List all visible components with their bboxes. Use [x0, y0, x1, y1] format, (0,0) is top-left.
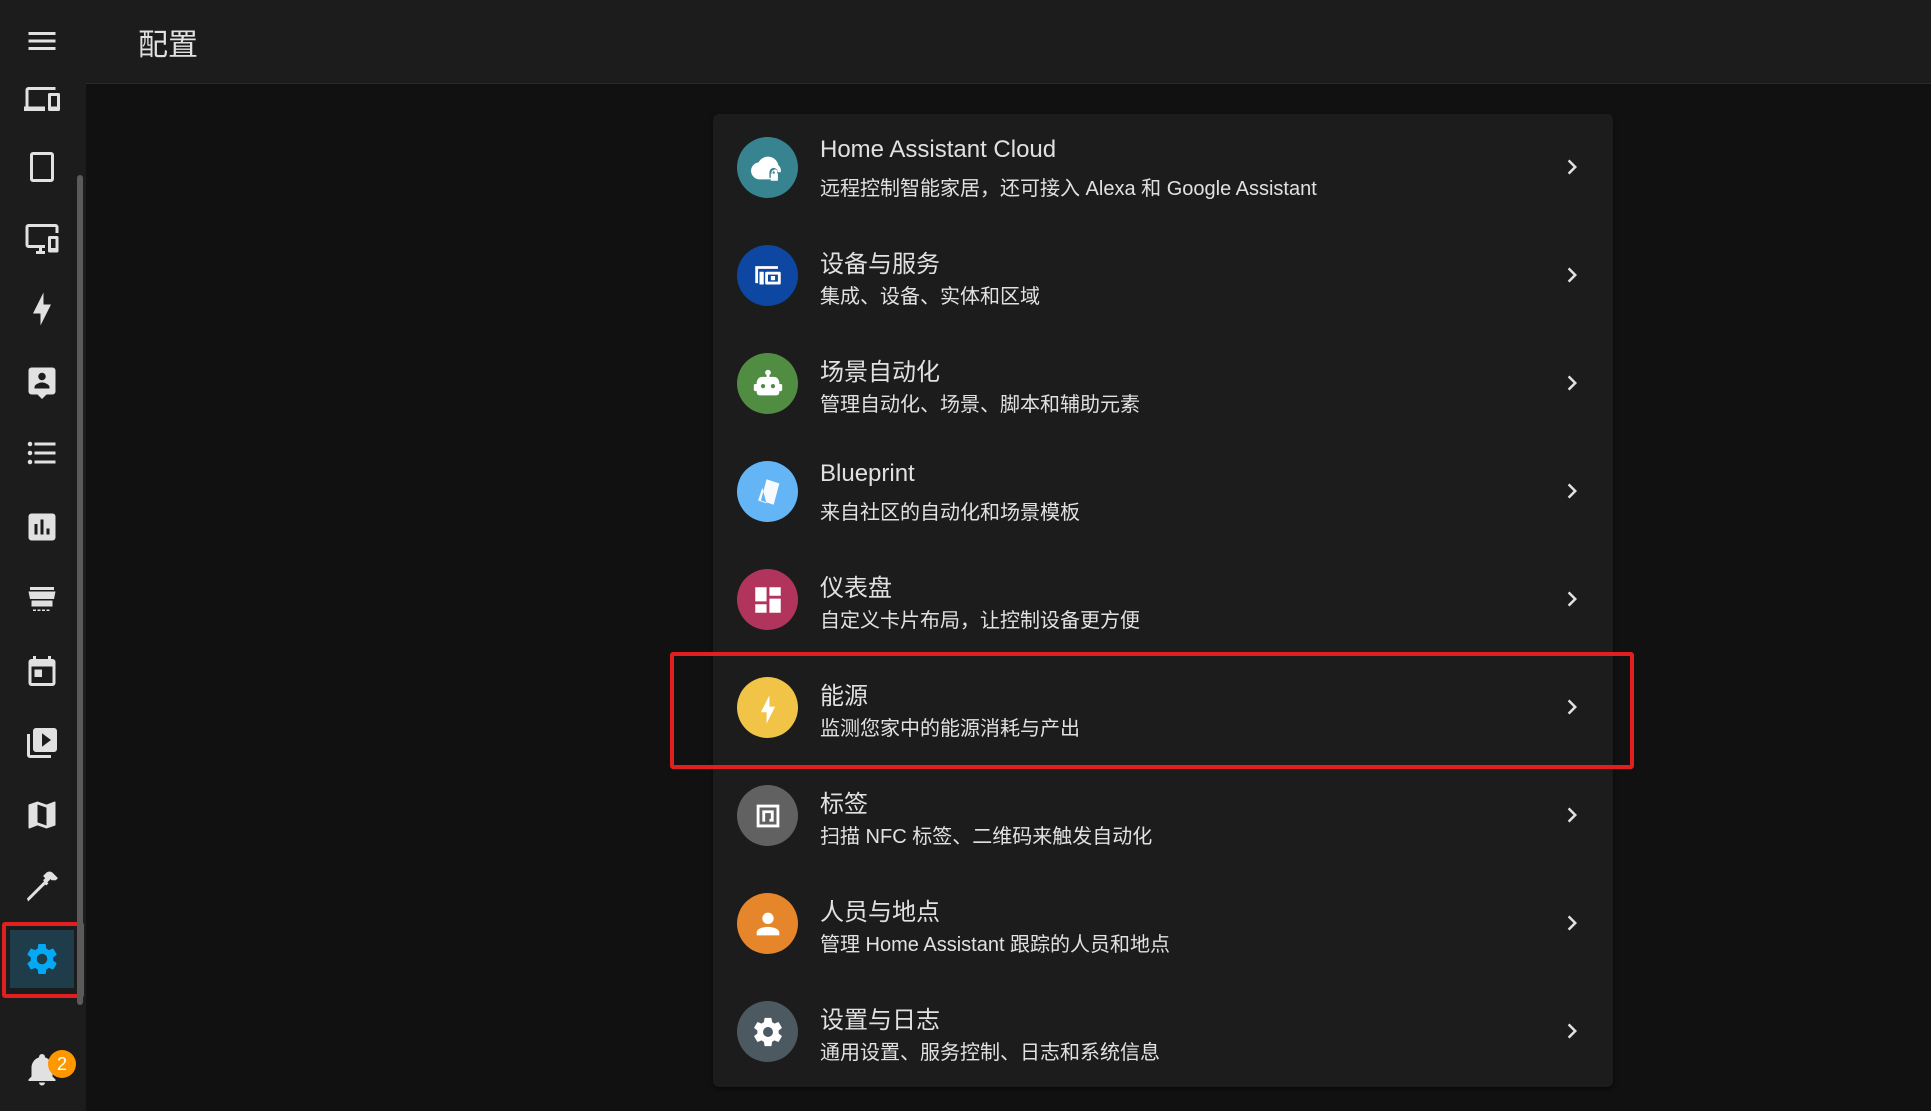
hammer-icon: [27, 871, 58, 902]
format-list-bulleted-icon: [27, 441, 56, 465]
config-item-description: 自定义卡片布局，让控制设备更方便: [820, 610, 1140, 632]
config-item-system[interactable]: 设置与日志 通用设置、服务控制、日志和系统信息: [713, 978, 1613, 1086]
chart-box-icon: [28, 513, 56, 541]
devices-icon-circle: [737, 245, 798, 306]
sidebar-item-calendar[interactable]: [10, 642, 74, 700]
sidebar-item-hacs[interactable]: [10, 570, 74, 628]
sidebar-item-tablet[interactable]: [10, 138, 74, 196]
sidebar-item-devices[interactable]: [10, 70, 74, 128]
cog-icon: [753, 1017, 782, 1046]
config-item-devices-services[interactable]: 设备与服务 集成、设备、实体和区域: [713, 222, 1613, 330]
menu-icon: [28, 32, 56, 50]
chevron-right-icon: [1557, 368, 1587, 398]
view-dashboard-icon: [754, 586, 781, 613]
settings-highlight-box: [2, 922, 84, 998]
chevron-right-icon: [1557, 1016, 1587, 1046]
cloud-icon-circle: [737, 137, 798, 198]
config-item-title: 场景自动化: [820, 359, 940, 386]
map-icon: [28, 801, 56, 829]
config-item-title: 设置与日志: [820, 1007, 940, 1034]
config-item-description: 管理自动化、场景、脚本和辅助元素: [820, 394, 1140, 416]
config-item-persons-zones[interactable]: 人员与地点 管理 Home Assistant 跟踪的人员和地点: [713, 870, 1613, 978]
person-icon-circle: [737, 893, 798, 954]
hacs-store-icon: [28, 587, 56, 611]
config-item-tags[interactable]: 标签 扫描 NFC 标签、二维码来触发自动化: [713, 762, 1613, 870]
tablet-icon: [30, 152, 54, 182]
sidebar-item-energy[interactable]: [10, 280, 74, 338]
chevron-right-icon: [1557, 584, 1587, 614]
monitor-cellphone-icon: [25, 224, 59, 254]
calendar-icon: [28, 656, 56, 686]
sidebar-item-monitor[interactable]: [10, 210, 74, 268]
dashboard-icon-circle: [737, 569, 798, 630]
page-title: 配置: [138, 29, 198, 62]
config-item-dashboards[interactable]: 仪表盘 自定义卡片布局，让控制设备更方便: [713, 546, 1613, 654]
config-item-blueprint[interactable]: Blueprint 来自社区的自动化和场景模板: [713, 438, 1613, 546]
config-item-title: 设备与服务: [820, 251, 940, 278]
system-icon-circle: [737, 1001, 798, 1062]
robot-icon-circle: [737, 353, 798, 414]
menu-button[interactable]: [10, 12, 74, 70]
config-item-description: 远程控制智能家居，还可接入 Alexa 和 Google Assistant: [820, 178, 1317, 200]
sidebar-scrollbar[interactable]: [77, 175, 83, 1005]
config-item-title: 仪表盘: [820, 575, 892, 602]
chevron-right-icon: [1557, 800, 1587, 830]
devices-icon: [24, 87, 60, 111]
config-item-title: Blueprint: [820, 460, 915, 487]
sidebar-item-persons[interactable]: [10, 352, 74, 410]
config-item-description: 通用设置、服务控制、日志和系统信息: [820, 1042, 1160, 1064]
devices-icon: [754, 265, 781, 284]
sidebar-item-developer-tools[interactable]: [10, 858, 74, 916]
paper-cut-icon: [757, 478, 779, 505]
account-box-icon: [28, 367, 56, 399]
lightning-bolt-icon: [33, 292, 51, 326]
sidebar-item-media[interactable]: [10, 714, 74, 772]
config-item-description: 管理 Home Assistant 跟踪的人员和地点: [820, 934, 1171, 956]
chevron-right-icon: [1557, 476, 1587, 506]
config-item-description: 来自社区的自动化和场景模板: [820, 502, 1080, 524]
chevron-right-icon: [1557, 152, 1587, 182]
cloud-lock-icon: [750, 156, 781, 181]
config-item-description: 扫描 NFC 标签、二维码来触发自动化: [820, 826, 1153, 848]
sidebar-item-map[interactable]: [10, 786, 74, 844]
tag-icon-circle: [737, 785, 798, 846]
blueprint-icon-circle: [737, 461, 798, 522]
top-app-bar: 配置: [86, 0, 1931, 84]
chevron-right-icon: [1557, 908, 1587, 938]
config-item-title: 人员与地点: [820, 899, 940, 926]
sidebar: 2: [0, 0, 86, 1111]
config-item-automations[interactable]: 场景自动化 管理自动化、场景、脚本和辅助元素: [713, 330, 1613, 438]
account-icon: [756, 912, 779, 935]
sidebar-item-logbook[interactable]: [10, 424, 74, 482]
chevron-right-icon: [1557, 260, 1587, 290]
config-item-title: Home Assistant Cloud: [820, 136, 1057, 163]
nfc-tag-icon: [756, 804, 779, 827]
notification-count-badge: 2: [48, 1050, 76, 1078]
config-item-title: 标签: [820, 791, 868, 818]
sidebar-item-history[interactable]: [10, 498, 74, 556]
config-navigation-card: Home Assistant Cloud 远程控制智能家居，还可接入 Alexa…: [713, 114, 1613, 1087]
config-item-cloud[interactable]: Home Assistant Cloud 远程控制智能家居，还可接入 Alexa…: [713, 114, 1613, 222]
config-item-description: 集成、设备、实体和区域: [820, 286, 1040, 308]
robot-icon: [753, 369, 782, 395]
play-box-multiple-icon: [27, 728, 57, 758]
energy-highlight-box: [670, 652, 1634, 769]
